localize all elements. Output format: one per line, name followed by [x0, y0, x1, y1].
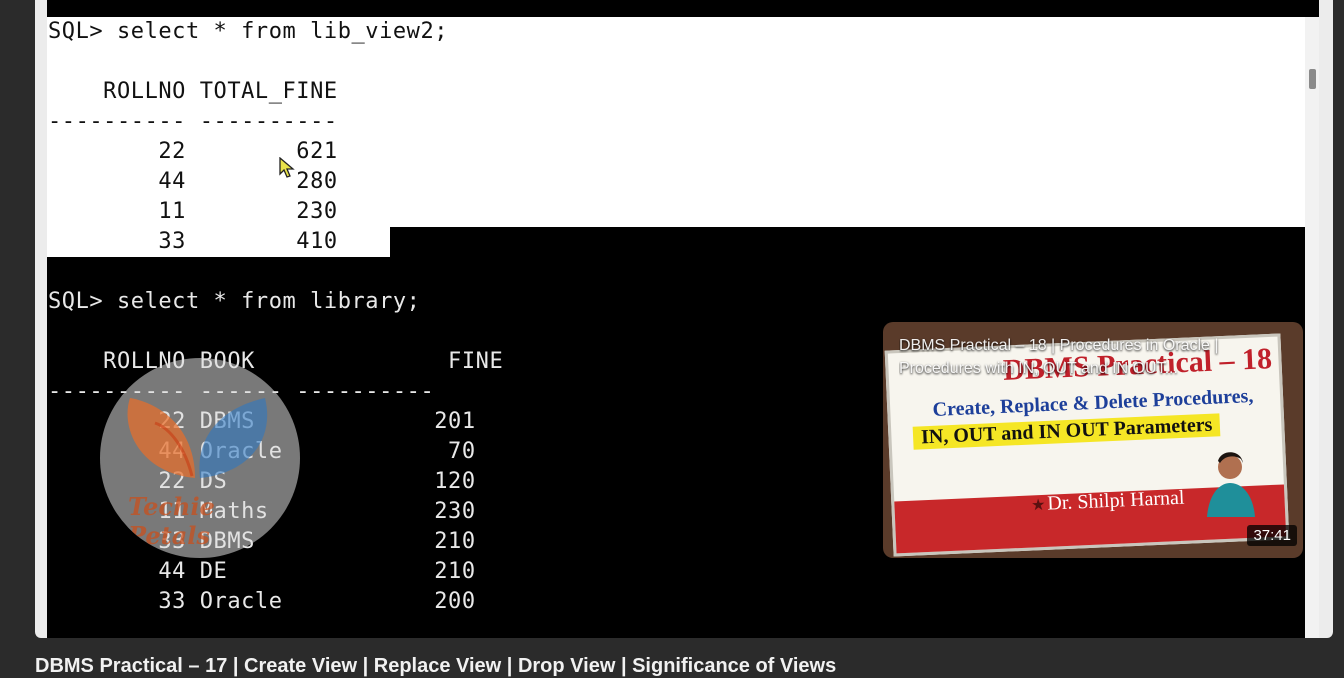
terminal-line: ---------- ----------	[48, 109, 338, 134]
terminal-line: SQL> select * from library;	[48, 289, 421, 314]
terminal-line: 33 410	[48, 229, 338, 254]
mouse-pointer-icon	[279, 157, 295, 178]
star-icon: ★	[1030, 496, 1046, 515]
terminal-line: ROLLNO TOTAL_FINE	[48, 79, 338, 104]
end-card-title[interactable]: DBMS Practical – 18 | Procedures in Orac…	[899, 334, 1289, 380]
channel-watermark: Techie Petals	[100, 358, 300, 558]
watermark-text: Techie Petals	[128, 492, 215, 550]
terminal-scrollbar[interactable]	[1305, 17, 1319, 638]
scrollbar-thumb[interactable]	[1309, 69, 1316, 89]
video-title: DBMS Practical – 17 | Create View | Repl…	[35, 655, 837, 677]
terminal-line: 33 Oracle 200	[48, 589, 476, 614]
presenter-avatar	[1207, 452, 1255, 517]
terminal-line: 44 DE 210	[48, 559, 476, 584]
terminal-line: 11 230	[48, 199, 338, 224]
end-screen-video-card[interactable]: DBMS Practical – 18 Create, Replace & De…	[883, 322, 1303, 558]
terminal-line: SQL> select * from lib_view2;	[48, 19, 449, 44]
video-duration-badge: 37:41	[1247, 525, 1297, 546]
